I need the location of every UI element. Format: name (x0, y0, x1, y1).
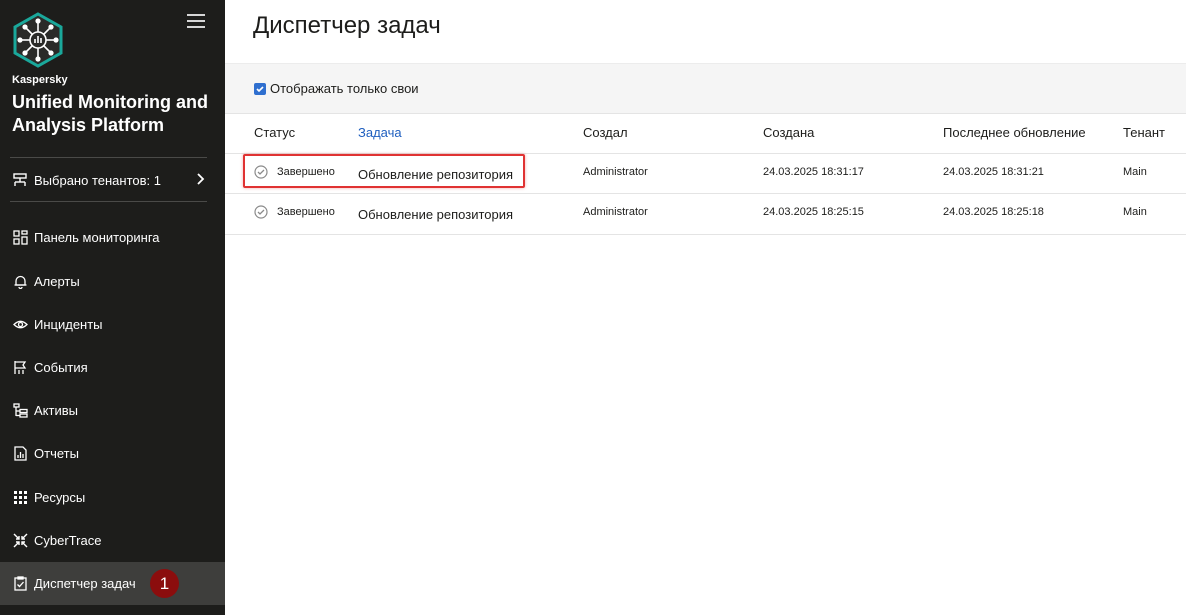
status-cell: Завершено (254, 205, 335, 219)
column-header-last-update: Последнее обновление (943, 125, 1086, 140)
filter-bar: Отображать только свои (225, 63, 1186, 114)
status-text: Завершено (277, 206, 335, 218)
only-mine-label: Отображать только свои (270, 81, 419, 96)
report-chart-icon (12, 446, 28, 462)
column-header-created: Создана (763, 125, 815, 140)
sidebar-item-label: Алерты (34, 274, 80, 289)
tenant-cell: Main (1123, 206, 1147, 218)
kaspersky-logo-icon (13, 12, 63, 68)
sidebar-item-cybertrace[interactable]: CyberTrace (0, 519, 225, 562)
sidebar-item-label: Панель мониторинга (34, 230, 160, 245)
flag-icon (12, 360, 28, 376)
step-badge: 1 (150, 569, 179, 598)
created-date: 24.03.2025 18:31:17 (763, 166, 864, 178)
table-row[interactable]: Завершено Обновление репозитория Adminis… (225, 193, 1186, 235)
dashboard-icon (12, 230, 28, 246)
column-header-task[interactable]: Задача (358, 125, 402, 140)
page-title: Диспетчер задач (253, 12, 441, 39)
arrows-in-icon (12, 533, 28, 549)
column-header-created-by: Создал (583, 125, 628, 140)
sidebar-item-incidents[interactable]: Инциденты (0, 303, 225, 346)
tenant-selector[interactable]: Выбрано тенантов: 1 (10, 167, 210, 193)
task-name[interactable]: Обновление репозитория (358, 207, 513, 222)
grid-dots-icon (12, 490, 28, 506)
sidebar-item-events[interactable]: События (0, 346, 225, 389)
checkbox-checked-icon (254, 82, 266, 95)
sidebar-item-label: Инциденты (34, 317, 103, 332)
eye-icon (12, 317, 28, 333)
clipboard-check-icon (12, 576, 28, 592)
product-name: Unified Monitoring and Analysis Platform (12, 92, 208, 135)
sidebar-divider (10, 157, 207, 158)
sidebar-item-alerts[interactable]: Алерты (0, 260, 225, 303)
tenants-icon (13, 173, 27, 186)
created-date: 24.03.2025 18:25:15 (763, 206, 864, 218)
column-header-tenant: Тенант (1123, 125, 1165, 140)
sidebar-item-label: Отчеты (34, 446, 79, 461)
sidebar-item-reports[interactable]: Отчеты (0, 432, 225, 475)
created-by: Administrator (583, 206, 648, 218)
sidebar-item-task-manager[interactable]: Диспетчер задач 1 (0, 562, 225, 605)
bell-icon (12, 274, 28, 290)
updated-date: 24.03.2025 18:31:21 (943, 166, 1044, 178)
sidebar-item-label: Активы (34, 403, 78, 418)
created-by: Administrator (583, 166, 648, 178)
tenant-cell: Main (1123, 166, 1147, 178)
sidebar-divider (10, 201, 207, 202)
column-header-status: Статус (254, 125, 296, 140)
assets-tree-icon (12, 403, 28, 419)
tenant-label: Выбрано тенантов: 1 (34, 172, 161, 188)
sidebar-item-label: Диспетчер задач (34, 576, 136, 591)
sidebar-item-label: CyberTrace (34, 533, 102, 548)
sidebar-item-dashboard[interactable]: Панель мониторинга (0, 216, 225, 259)
sidebar-item-label: Ресурсы (34, 490, 86, 505)
hamburger-menu-icon[interactable] (187, 14, 205, 30)
sidebar-item-assets[interactable]: Активы (0, 389, 225, 432)
sidebar-item-label: События (34, 360, 88, 375)
chevron-right-icon (197, 173, 205, 185)
brand-name: Kaspersky (12, 74, 68, 86)
check-circle-icon (254, 205, 268, 219)
sidebar: Kaspersky Unified Monitoring and Analysi… (0, 0, 225, 615)
only-mine-checkbox[interactable]: Отображать только свои (254, 81, 419, 96)
sidebar-item-resources[interactable]: Ресурсы (0, 476, 225, 519)
updated-date: 24.03.2025 18:25:18 (943, 206, 1044, 218)
highlight-callout (243, 154, 525, 188)
